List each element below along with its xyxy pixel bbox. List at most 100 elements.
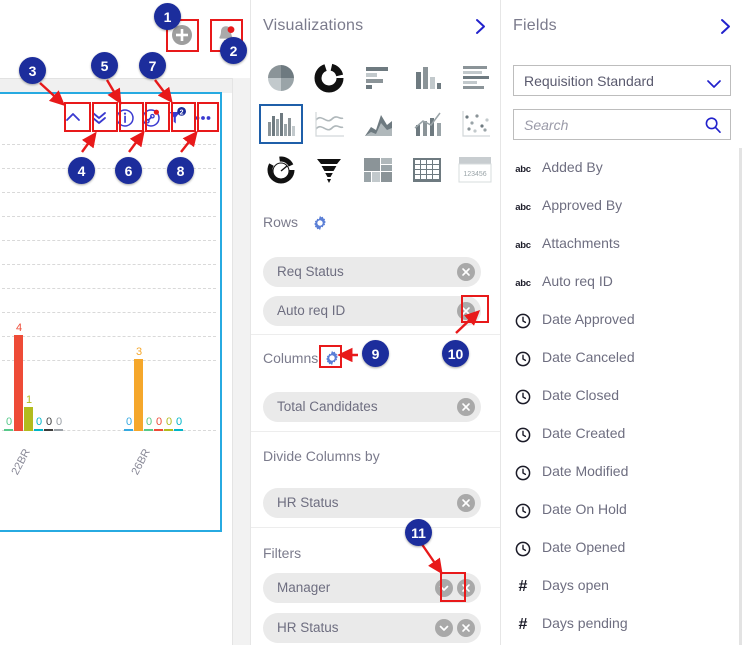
text-field-icon: abc — [515, 163, 531, 175]
fields-header: Fields — [501, 0, 745, 52]
viz-type-number-card[interactable]: 123456 — [453, 150, 497, 190]
section-label-filters: Filters — [263, 545, 302, 561]
clock-icon — [513, 311, 533, 331]
number-field-icon: # — [518, 616, 528, 633]
field-list-item-label: Days open — [542, 577, 609, 593]
number-field-icon: # — [518, 578, 528, 595]
chart-bar[interactable] — [154, 429, 163, 431]
viz-type-funnel-chart[interactable] — [308, 150, 352, 190]
req-status-remove-button[interactable] — [457, 263, 475, 281]
rows-gear-icon[interactable] — [311, 214, 329, 232]
clock-icon — [513, 539, 533, 559]
chart-bar[interactable] — [124, 429, 133, 431]
highlight-box-filter — [171, 102, 196, 132]
field-list-item[interactable]: # Days pending — [501, 606, 745, 644]
chart-bar[interactable] — [174, 429, 183, 431]
field-list-item[interactable]: abc Auto req ID — [501, 264, 745, 302]
viz-type-scatter-chart[interactable] — [453, 104, 497, 144]
rows-item-auto-req-id[interactable]: Auto req ID — [263, 296, 481, 326]
viz-type-gauge-chart[interactable] — [259, 150, 303, 190]
viz-type-line-chart[interactable] — [308, 104, 352, 144]
chart-bar-value-label: 3 — [135, 346, 143, 358]
field-list-item-label: Date Canceled — [542, 349, 635, 365]
section-divider — [251, 527, 501, 528]
x-axis-label: 26BR — [129, 447, 153, 477]
field-list-item-label: Date Opened — [542, 539, 626, 555]
field-list-item-label: Auto req ID — [542, 273, 613, 289]
chart-bar[interactable] — [14, 335, 23, 431]
viz-type-horizontal-bar-chart[interactable] — [356, 58, 400, 98]
highlight-box-manager-dropdown — [440, 572, 466, 602]
chart-bar[interactable] — [34, 429, 43, 431]
section-divider — [251, 334, 501, 335]
chevron-right-icon[interactable] — [719, 18, 732, 35]
chevron-right-icon[interactable] — [474, 18, 487, 35]
field-list-item[interactable]: Date Closed — [501, 378, 745, 416]
search-icon[interactable] — [704, 116, 722, 134]
field-list-item[interactable]: Date Modified — [501, 454, 745, 492]
field-list-item-label: Date On Hold — [542, 501, 627, 517]
field-list-item[interactable]: Date Opened — [501, 530, 745, 568]
viz-type-donut-chart[interactable] — [308, 58, 352, 98]
hr-status-dropdown-button[interactable] — [435, 619, 453, 637]
viz-type-clustered-column-chart[interactable] — [259, 104, 303, 144]
field-list-item[interactable]: abc Approved By — [501, 188, 745, 226]
fields-title: Fields — [513, 17, 557, 34]
chart-bar[interactable] — [44, 429, 53, 431]
field-list-item[interactable]: abc Attachments — [501, 226, 745, 264]
callout-11: 11 — [405, 519, 432, 546]
field-list-item-label: Date Approved — [542, 311, 635, 327]
chevron-down-icon[interactable] — [707, 76, 721, 88]
callout-8: 8 — [167, 157, 194, 184]
hr-status-remove-button[interactable] — [457, 619, 475, 637]
chart-bar[interactable] — [4, 429, 13, 431]
viz-type-pie-chart[interactable] — [259, 58, 303, 98]
chart-bar-value-label: 0 — [55, 416, 63, 428]
pill-label: Auto req ID — [277, 303, 346, 318]
filters-item-hr-status[interactable]: HR Status — [263, 613, 481, 643]
total-candidates-remove-button[interactable] — [457, 398, 475, 416]
highlight-box-info — [119, 102, 144, 132]
rows-item-req-status[interactable]: Req Status — [263, 257, 481, 287]
chart-bar[interactable] — [54, 429, 63, 431]
viz-type-bar-chart[interactable] — [453, 58, 497, 98]
viz-row — [259, 58, 497, 98]
columns-item-total-candidates[interactable]: Total Candidates — [263, 392, 481, 422]
text-field-icon: abc — [515, 277, 531, 289]
viz-type-treemap-chart[interactable] — [356, 150, 400, 190]
pill-label: HR Status — [277, 620, 339, 635]
chart-plot-area[interactable]: 041000 030000 22BR 26BR — [0, 144, 218, 479]
chart-bar-value-label: 0 — [175, 416, 183, 428]
visualizations-title: Visualizations — [263, 17, 364, 34]
field-list-item[interactable]: Date On Hold — [501, 492, 745, 530]
callout-1: 1 — [154, 3, 181, 30]
highlight-box-expand-down — [92, 102, 118, 132]
fields-search-box[interactable]: Search — [513, 109, 731, 140]
field-list-item[interactable]: Date Approved — [501, 302, 745, 340]
field-list-item[interactable]: Date Created — [501, 416, 745, 454]
callout-6: 6 — [115, 157, 142, 184]
viz-type-combo-chart[interactable] — [405, 104, 449, 144]
search-input[interactable]: Search — [524, 117, 568, 133]
fields-pane: Fields Requisition Standard Search abc Ad… — [500, 0, 745, 645]
viz-type-column-chart[interactable] — [405, 58, 449, 98]
highlight-box-columns-gear — [319, 345, 342, 368]
field-list-item[interactable]: # Days open — [501, 568, 745, 606]
callout-2: 2 — [220, 37, 247, 64]
viz-row — [259, 104, 497, 144]
field-list-item[interactable]: Date Canceled — [501, 340, 745, 378]
field-list-item[interactable]: abc Added By — [501, 150, 745, 188]
chart-bar-value-label: 1 — [25, 394, 33, 406]
callout-9: 9 — [362, 340, 389, 367]
viz-type-area-chart[interactable] — [356, 104, 400, 144]
report-scrollbar[interactable] — [232, 78, 481, 645]
divide-columns-item-hr-status[interactable]: HR Status — [263, 488, 481, 518]
report-chart-card: 2 0 4 1 0 0 0 0 3 0 0 0 0 22BR 26BR — [0, 92, 222, 532]
chart-bar[interactable] — [144, 429, 153, 431]
viz-type-table-grid[interactable] — [405, 150, 449, 190]
fields-scroll-track[interactable] — [739, 148, 742, 645]
divide-hr-status-remove-button[interactable] — [457, 494, 475, 512]
chart-bar[interactable] — [164, 429, 173, 431]
dataset-select[interactable]: Requisition Standard — [513, 65, 731, 96]
callout-3: 3 — [19, 57, 46, 84]
